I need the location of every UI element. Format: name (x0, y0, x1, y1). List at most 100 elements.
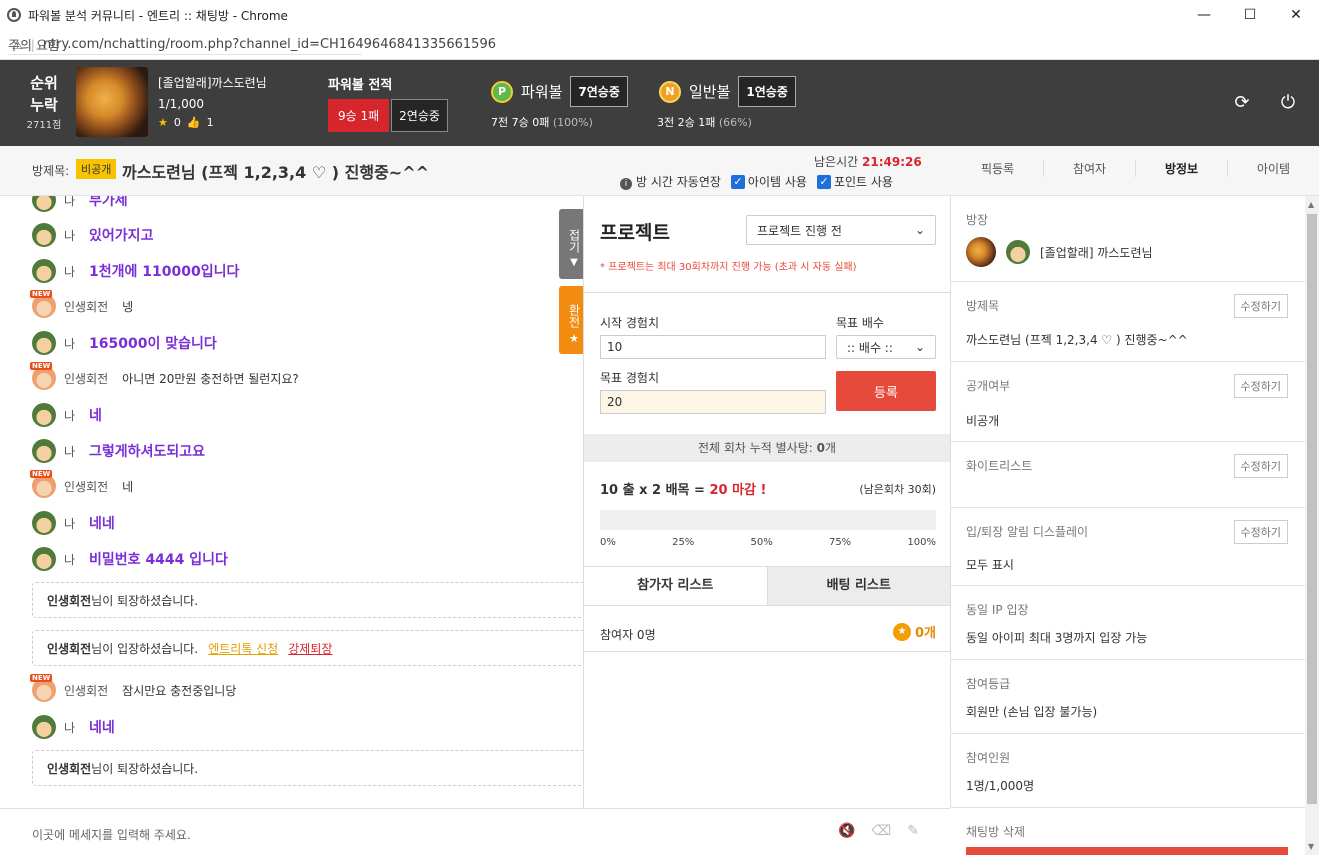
system-message: 인생회전 님이 퇴장하셨습니다. (32, 582, 583, 618)
display-value: 모두 표시 (966, 558, 1014, 572)
normalball-streak: 1연승중 (738, 76, 796, 107)
project-note: * 프로젝트는 최대 30회차까지 진행 가능 (초과 시 자동 실패) (600, 262, 857, 273)
host-avatar-photo[interactable] (76, 67, 148, 137)
magic-icon[interactable]: ✎ (907, 823, 919, 839)
user-avatar (32, 196, 56, 212)
chevron-down-icon: ⌄ (914, 340, 925, 354)
info-icon: i (620, 178, 632, 190)
tab-participant-list[interactable]: 참가자 리스트 (584, 567, 767, 605)
thumb-icon: 👍 (186, 116, 201, 129)
tab-item[interactable]: 아이템 (1228, 160, 1319, 177)
tab-participants[interactable]: 참여자 (1044, 160, 1136, 177)
project-status-select[interactable]: 프로젝트 진행 전 ⌄ (746, 215, 936, 245)
power-icon[interactable]: ⏻ (1277, 92, 1299, 114)
room-title: 까스도련님 (프젝 1,2,3,4 ♡ ) 진행중~^^ (122, 163, 430, 182)
display-section: 입/퇴장 알림 디스플레이 수정하기 모두 표시 (951, 508, 1305, 586)
count-section: 참여인원 1명/1,000명 (951, 734, 1305, 808)
tick-label: 25% (672, 537, 695, 548)
register-button[interactable]: 등록 (836, 371, 936, 411)
accum-count: 0 (816, 441, 825, 455)
auto-extend-option[interactable]: i 방 시간 자동연장 (620, 173, 721, 190)
participant-count: 참여자 0명 (600, 628, 656, 642)
tab-room-info[interactable]: 방정보 (1136, 160, 1228, 177)
eraser-icon[interactable]: ⌫ (871, 823, 891, 839)
target-multi-label: 목표 배수 (836, 316, 884, 330)
msg-author: 나 (64, 444, 76, 459)
start-exp-input[interactable]: 10 (600, 335, 826, 359)
private-badge: 비공개 (76, 159, 117, 179)
msg-author: 나 (64, 196, 76, 208)
chat-message: 나 있어가지고 (32, 221, 153, 249)
sys-text: 님이 입장하셨습니다. (91, 641, 199, 656)
public-value: 비공개 (966, 414, 1000, 428)
msg-text: 네 (122, 479, 134, 494)
chat-message: 나 비밀번호 4444 입니다 (32, 545, 228, 573)
accum-candy: 전체 회차 누적 별사탕: 0개 (584, 434, 950, 462)
window-title: 파워볼 분석 커뮤니티 - 엔트리 :: 채팅방 - Chrome (28, 8, 288, 23)
system-message: 인생회전 님이 퇴장하셨습니다. (32, 750, 583, 786)
close-button[interactable]: ✕ (1273, 0, 1319, 30)
exchange-button[interactable]: 환전 ★ (559, 286, 583, 354)
point-use-checkbox[interactable]: ✓ 포인트 사용 (816, 173, 893, 190)
target-exp-input[interactable]: 20 (600, 390, 826, 414)
maximize-button[interactable]: ☐ (1227, 0, 1273, 30)
user-avatar (32, 223, 56, 247)
user-avatar (32, 439, 56, 463)
scroll-down-icon[interactable]: ▼ (1308, 842, 1314, 851)
coin-count: 0개 (914, 626, 936, 641)
accum-label: 전체 회차 누적 별사탕: (697, 441, 817, 455)
tab-pick[interactable]: 픽등록 (952, 160, 1044, 177)
user-avatar (30, 470, 56, 498)
whitelist-section: 화이트리스트 수정하기 (951, 442, 1305, 508)
chat-message: 나 부가세 (32, 196, 128, 214)
star-count: 0 (173, 116, 181, 129)
ip-label: 동일 IP 입장 (966, 603, 1029, 617)
divider (584, 292, 950, 293)
room-bar: 방제목: 비공개 까스도련님 (프젝 1,2,3,4 ♡ ) 진행중~^^ 남은… (0, 146, 1319, 196)
public-label: 공개여부 (966, 379, 1011, 393)
count-value: 1명/1,000명 (966, 779, 1035, 793)
minimize-button[interactable]: — (1181, 0, 1227, 30)
msg-text: 네 (89, 408, 102, 424)
user-avatar (30, 362, 56, 390)
remain-label: 남은시간 (814, 155, 859, 169)
mute-icon[interactable]: 🔇 (838, 823, 855, 839)
chat-input[interactable]: 이곳에 메세지를 입력해 주세요. (32, 826, 191, 843)
target-multi-value: :: 배수 :: (847, 340, 893, 355)
entry-talk-link[interactable]: 엔트리톡 신청 (208, 640, 278, 657)
edit-title-button[interactable]: 수정하기 (1233, 294, 1288, 318)
tab-bet-list[interactable]: 배팅 리스트 (766, 567, 950, 605)
scroll-thumb[interactable] (1307, 214, 1317, 804)
msg-author: 인생회전 (64, 371, 109, 386)
scroll-up-icon[interactable]: ▲ (1308, 200, 1314, 209)
msg-text: 네네 (89, 720, 115, 736)
fold-button[interactable]: 접기 ▼ (559, 209, 583, 279)
delete-room-button[interactable] (966, 847, 1288, 855)
kick-link[interactable]: 강제퇴장 (288, 640, 332, 657)
chat-area[interactable]: 나부가세 나있어가지고 나1천개에 110000입니다 인생회전넹 나16500… (0, 196, 583, 808)
edit-whitelist-button[interactable]: 수정하기 (1233, 454, 1288, 478)
host-photo[interactable] (966, 237, 996, 267)
powerball-pct: (100%) (552, 116, 593, 129)
chat-message: 인생회전 네 (30, 470, 134, 500)
user-avatar (30, 674, 56, 702)
item-use-checkbox[interactable]: ✓ 아이템 사용 (730, 173, 807, 190)
chat-input-bar[interactable]: 이곳에 메세지를 입력해 주세요. 🔇 ⌫ ✎ (0, 808, 950, 855)
project-panel: 프로젝트 프로젝트 진행 전 ⌄ * 프로젝트는 최대 30회차까지 진행 가능 … (583, 196, 951, 808)
profile-topbar: 순위 누락 2711점 [졸업할래]까스도련님 1/1,000 ★ 0 👍 1 … (0, 60, 1319, 146)
delete-label: 채팅방 삭제 (966, 825, 1026, 839)
edit-display-button[interactable]: 수정하기 (1233, 520, 1288, 544)
refresh-icon[interactable]: ⟳ (1231, 92, 1253, 114)
formula-target: 20 마감 ! (709, 483, 767, 498)
target-exp-label: 목표 경험치 (600, 371, 660, 385)
msg-text: 그렇게하셔도되고요 (89, 444, 205, 460)
edit-public-button[interactable]: 수정하기 (1233, 374, 1288, 398)
security-label[interactable]: 주의 요함 (8, 35, 362, 55)
divider (584, 651, 950, 652)
normalball-stats-text: 3전 2승 1패 (657, 116, 716, 129)
address-bar[interactable]: ⚠ 주의 요함 | ntry.com/nchatting/room.php?ch… (0, 30, 1319, 60)
side-scrollbar[interactable]: ▲ ▼ (1305, 196, 1319, 855)
title-section: 방제목 수정하기 까스도련님 (프젝 1,2,3,4 ♡ ) 진행중~^^ (951, 282, 1305, 362)
msg-author: 인생회전 (64, 683, 109, 698)
target-multi-select[interactable]: :: 배수 :: ⌄ (836, 335, 936, 359)
